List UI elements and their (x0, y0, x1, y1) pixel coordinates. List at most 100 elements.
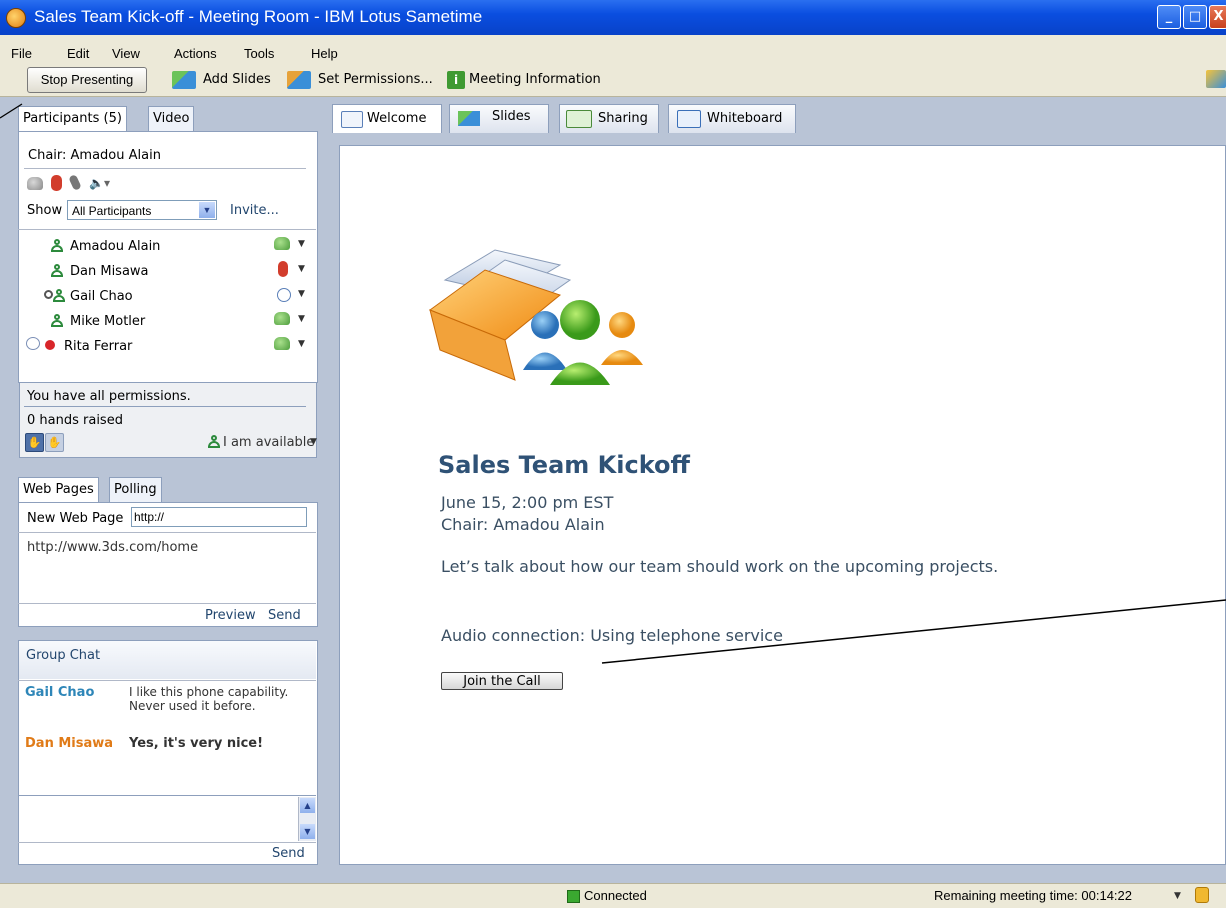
chevron-down-icon[interactable]: ▼ (298, 314, 305, 324)
participant-name: Mike Motler (70, 314, 146, 329)
sametime-app-icon (6, 8, 26, 28)
chat-sender: Dan Misawa (25, 736, 114, 751)
stop-presenting-button[interactable]: Stop Presenting (27, 67, 147, 93)
do-not-disturb-icon (45, 340, 55, 350)
scroll-down-icon[interactable]: ▼ (300, 824, 315, 839)
status-bar: Connected Remaining meeting time: 00:14:… (0, 883, 1226, 908)
meeting-information-button[interactable]: Meeting Information (469, 72, 601, 87)
invite-link[interactable]: Invite... (230, 203, 279, 218)
lock-icon[interactable] (1195, 887, 1209, 903)
chat-input[interactable] (20, 797, 297, 841)
set-permissions-icon[interactable] (287, 71, 311, 89)
menu-edit[interactable]: Edit (67, 46, 89, 61)
menu-help[interactable]: Help (311, 46, 338, 61)
tab-web-pages[interactable]: Web Pages (18, 477, 99, 502)
participant-name: Gail Chao (70, 289, 133, 304)
chevron-down-icon[interactable]: ▼ (298, 264, 305, 274)
tab-video[interactable]: Video (148, 106, 195, 131)
menu-actions[interactable]: Actions (174, 46, 217, 61)
send-web-page-button[interactable]: Send (268, 608, 301, 623)
preview-button[interactable]: Preview (205, 608, 256, 623)
chevron-down-icon[interactable]: ▼ (298, 339, 305, 349)
availability-status[interactable]: I am available (223, 435, 314, 450)
web-page-list-item[interactable]: http://www.3ds.com/home (27, 540, 198, 555)
divider (24, 168, 306, 169)
divider (24, 406, 306, 407)
person-icon (51, 264, 63, 278)
meeting-title: Sales Team Kickoff (438, 451, 690, 479)
participant-filter-value: All Participants (72, 204, 152, 218)
tab-polling[interactable]: Polling (109, 477, 162, 502)
chat-bubble-icon (26, 337, 40, 350)
mute-icon[interactable] (51, 175, 62, 191)
phone-icon[interactable] (274, 237, 290, 250)
send-chat-button[interactable]: Send (272, 846, 305, 861)
meeting-chair: Chair: Amadou Alain (441, 515, 605, 534)
menu-view[interactable]: View (112, 46, 140, 61)
phone-icon[interactable] (274, 337, 290, 350)
menu-file[interactable]: File (11, 46, 32, 61)
chat-message: I like this phone capability. Never used… (129, 685, 289, 713)
title-bar: Sales Team Kick-off - Meeting Room - IBM… (0, 0, 1226, 35)
permissions-text: You have all permissions. (27, 389, 191, 404)
add-slides-icon[interactable] (172, 71, 196, 89)
tab-slides-label: Slides (492, 109, 531, 124)
raise-hand-icon[interactable]: ✋ (25, 433, 44, 452)
maximize-button[interactable]: □ (1183, 5, 1207, 29)
window-title: Sales Team Kick-off - Meeting Room - IBM… (34, 7, 483, 26)
person-icon (51, 314, 63, 328)
minimize-button[interactable]: _ (1157, 5, 1181, 29)
tab-sharing[interactable]: Sharing (559, 104, 659, 133)
close-button[interactable]: X (1209, 5, 1226, 29)
participant-row[interactable]: Mike Motler ▼ (20, 311, 315, 333)
tab-whiteboard-label: Whiteboard (707, 111, 783, 126)
speaker-icon[interactable]: 🔈▾ (89, 176, 110, 190)
chevron-down-icon[interactable]: ▼ (298, 239, 305, 249)
divider (18, 229, 316, 230)
participant-row[interactable]: Amadou Alain ▼ (20, 236, 315, 258)
join-call-button[interactable]: Join the Call (441, 672, 563, 690)
connected-icon (567, 890, 580, 903)
menu-tools[interactable]: Tools (244, 46, 274, 61)
info-icon[interactable]: i (447, 71, 465, 89)
participant-filter-select[interactable]: All Participants ▼ (67, 200, 217, 220)
phone-icon[interactable] (27, 177, 43, 190)
annotation-line (0, 103, 23, 119)
meeting-description: Let’s talk about how our team should wor… (441, 557, 999, 576)
participant-name: Dan Misawa (70, 264, 149, 279)
scroll-up-icon[interactable]: ▲ (300, 798, 315, 813)
tab-whiteboard[interactable]: Whiteboard (668, 104, 796, 133)
lower-hand-icon[interactable]: ✋ (45, 433, 64, 452)
chair-label: Chair: Amadou Alain (28, 148, 161, 163)
chevron-down-icon[interactable]: ▼ (199, 202, 215, 218)
mute-icon[interactable] (278, 261, 288, 277)
scrollbar[interactable]: ▲ ▼ (298, 797, 316, 841)
participant-name: Amadou Alain (70, 239, 161, 254)
person-icon (51, 239, 63, 253)
hands-raised-text: 0 hands raised (27, 413, 123, 428)
toolbar: Stop Presenting Add Slides Set Permissio… (0, 64, 1226, 97)
url-input[interactable]: http:// (131, 507, 307, 527)
set-permissions-button[interactable]: Set Permissions... (318, 72, 433, 87)
tab-welcome[interactable]: Welcome (332, 104, 442, 133)
add-slides-button[interactable]: Add Slides (203, 72, 271, 87)
whiteboard-icon (677, 110, 701, 128)
chevron-down-icon[interactable]: ▼ (1174, 891, 1181, 901)
chevron-down-icon[interactable]: ▼ (310, 437, 317, 447)
clock-icon[interactable] (277, 288, 291, 302)
person-icon (53, 289, 65, 303)
away-icon (44, 290, 53, 299)
phone-icon[interactable] (274, 312, 290, 325)
participant-row[interactable]: Gail Chao ▼ (20, 286, 315, 308)
chevron-down-icon[interactable]: ▼ (298, 289, 305, 299)
meeting-folder-icon (428, 249, 643, 385)
sharing-icon (566, 110, 592, 128)
divider (18, 842, 316, 843)
home-icon (341, 111, 363, 128)
participant-row[interactable]: Rita Ferrar ▼ (20, 336, 315, 358)
image-icon[interactable] (1206, 70, 1226, 88)
new-web-page-label: New Web Page (27, 511, 124, 526)
remaining-time[interactable]: Remaining meeting time: 00:14:22 (934, 888, 1132, 903)
participant-row[interactable]: Dan Misawa ▼ (20, 261, 315, 283)
tab-slides[interactable]: Slides (449, 104, 549, 133)
